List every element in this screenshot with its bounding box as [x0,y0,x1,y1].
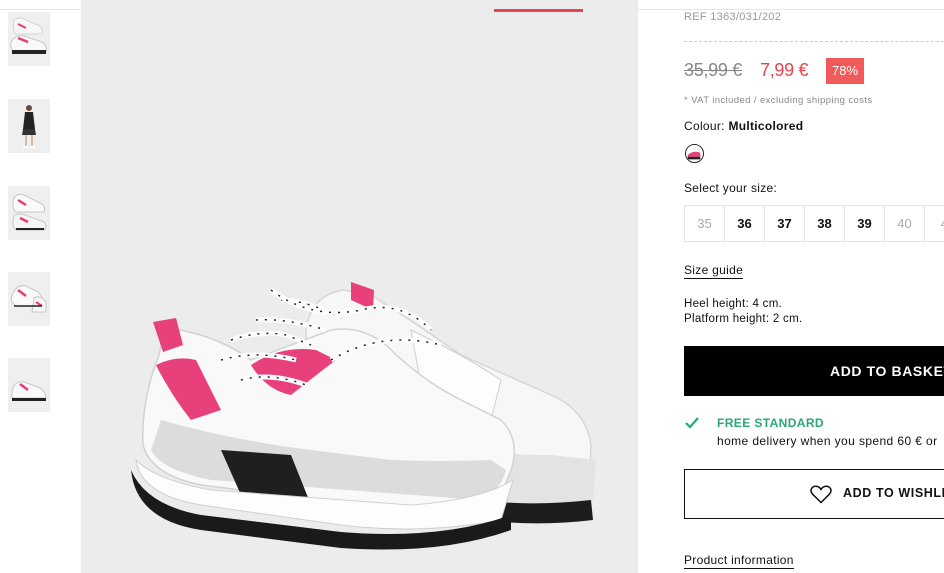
add-to-wishlist-button[interactable]: ADD TO WISHLIST [684,469,944,519]
wishlist-label: ADD TO WISHLIST [843,486,944,500]
size-label: Select your size: [684,181,778,195]
platform-height: Platform height: 2 cm. [684,313,803,325]
heel-height: Heel height: 4 cm. [684,298,783,310]
thumbnail-1[interactable] [8,12,50,66]
product-reference: REF 1363/031/202 [684,11,782,23]
size-37[interactable]: 37 [764,205,805,242]
sale-price: 7,99 € [760,60,809,80]
colour-swatch[interactable] [685,144,704,163]
discount-badge: 78% [826,58,864,84]
thumbnail-5[interactable] [8,358,50,412]
check-icon [685,417,699,429]
size-35[interactable]: 35 [684,205,725,242]
thumbnail-4[interactable] [8,272,50,326]
size-39[interactable]: 39 [844,205,885,242]
home-delivery-note: home delivery when you spend 60 € or [717,434,938,448]
size-36[interactable]: 36 [724,205,765,242]
heart-icon [810,485,832,504]
sneaker-illustration [81,0,638,573]
size-guide-link[interactable]: Size guide [684,263,744,279]
colour-row: Colour: Multicolored [684,119,803,133]
dashed-divider [684,41,944,42]
thumbnail-3[interactable] [8,186,50,240]
image-indicator [494,9,583,12]
original-price: 35,99 € [684,60,742,80]
vat-note: * VAT included / excluding shipping cost… [684,95,873,106]
add-to-basket-button[interactable]: ADD TO BASKET [684,346,944,396]
free-shipping-label: FREE STANDARD [717,416,824,430]
colour-label: Colour: [684,119,725,133]
product-info-panel: REF 1363/031/202 35,99 € 7,99 € 78% * VA… [684,0,944,573]
colour-value: Multicolored [728,119,804,133]
size-40[interactable]: 40 [884,205,925,242]
thumbnail-2[interactable] [8,99,50,153]
main-product-image[interactable] [81,0,638,573]
size-38[interactable]: 38 [804,205,845,242]
size-selector: 35 36 37 38 39 40 4 [684,205,944,242]
size-41-partial[interactable]: 4 [924,205,944,242]
product-information-link[interactable]: Product information [684,553,794,569]
